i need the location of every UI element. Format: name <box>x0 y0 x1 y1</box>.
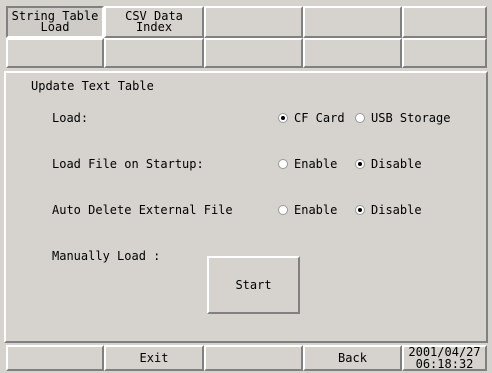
footer-empty-1[interactable] <box>6 345 104 371</box>
footer-empty-3[interactable] <box>204 345 303 371</box>
auto-delete-option-disable[interactable]: Disable <box>355 203 422 217</box>
datetime-display: 2001/04/27 06:18:32 <box>402 345 487 371</box>
tab-row2-3[interactable] <box>204 38 303 68</box>
section-title: Update Text Table <box>31 79 154 93</box>
tab-csv-data-index[interactable]: CSV Data Index <box>104 6 204 38</box>
load-option-cf-card-label: CF Card <box>294 111 345 125</box>
back-button[interactable]: Back <box>303 345 402 371</box>
start-button-label: Start <box>235 278 272 292</box>
startup-option-enable[interactable]: Enable <box>278 157 337 171</box>
radio-selected-icon <box>355 159 365 169</box>
startup-option-disable[interactable]: Disable <box>355 157 422 171</box>
radio-unselected-icon <box>278 159 288 169</box>
load-option-cf-card[interactable]: CF Card <box>278 111 345 125</box>
auto-delete-option-enable-label: Enable <box>294 203 338 217</box>
time-text: 06:18:32 <box>415 357 474 371</box>
startup-option-disable-label: Disable <box>371 157 422 171</box>
radio-unselected-icon <box>278 205 288 215</box>
radio-selected-icon <box>278 113 288 123</box>
manual-load-label: Manually Load : <box>52 249 161 263</box>
screen: String Table Load CSV Data Index Update … <box>0 0 492 373</box>
auto-delete-label: Auto Delete External File <box>52 203 233 217</box>
startup-label: Load File on Startup: <box>52 157 204 171</box>
auto-delete-option-disable-label: Disable <box>371 203 422 217</box>
startup-option-enable-label: Enable <box>294 157 338 171</box>
load-option-usb-storage-label: USB Storage <box>371 111 451 125</box>
radio-unselected-icon <box>355 113 365 123</box>
tab-empty-5[interactable] <box>402 6 487 38</box>
start-button[interactable]: Start <box>207 256 300 314</box>
exit-button[interactable]: Exit <box>104 345 204 371</box>
radio-selected-icon <box>355 205 365 215</box>
tab-row2-2[interactable] <box>104 38 204 68</box>
load-label: Load: <box>52 111 89 125</box>
tab-empty-4[interactable] <box>303 6 402 38</box>
tab-row2-1[interactable] <box>6 38 104 68</box>
tab-row2-5[interactable] <box>402 38 487 68</box>
tab-string-table-load[interactable]: String Table Load <box>6 6 104 38</box>
tab-row2-4[interactable] <box>303 38 402 68</box>
load-option-usb-storage[interactable]: USB Storage <box>355 111 450 125</box>
tab-empty-3[interactable] <box>204 6 303 38</box>
auto-delete-option-enable[interactable]: Enable <box>278 203 337 217</box>
